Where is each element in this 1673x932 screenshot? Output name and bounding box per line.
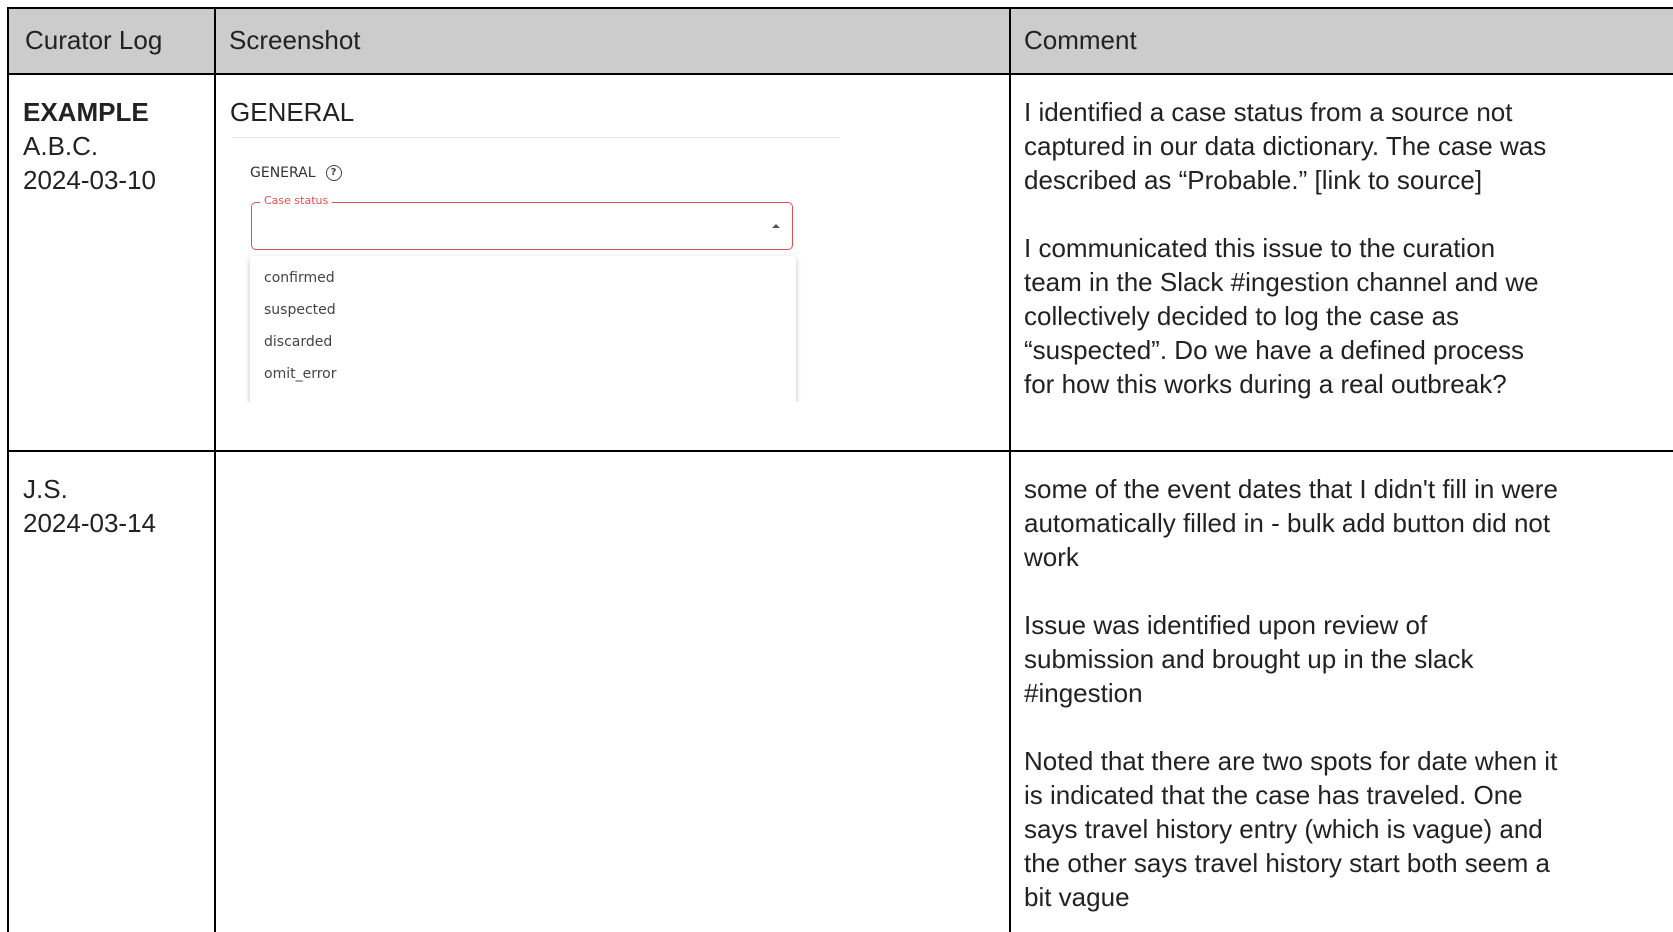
- comment-line: collectively decided to log the case as: [1024, 301, 1460, 331]
- example-tag: EXAMPLE: [23, 97, 149, 127]
- log-date: 2024-03-14: [23, 508, 156, 538]
- comment-line: submission and brought up in the slack: [1024, 644, 1474, 674]
- comment-line: Noted that there are two spots for date …: [1024, 746, 1558, 776]
- comment-line: the other says travel history start both…: [1024, 848, 1551, 878]
- comment-line: captured in our data dictionary. The cas…: [1024, 131, 1547, 161]
- comment-paragraph: I identified a case status from a source…: [1024, 95, 1673, 197]
- screenshot-caption: GENERAL: [230, 97, 355, 127]
- comment-paragraph: Issue was identified upon review of subm…: [1024, 608, 1673, 710]
- curator-cell: J.S. 2024-03-14: [9, 452, 216, 932]
- embedded-screenshot: GENERAL ? Case status confirmed suspecte…: [232, 137, 840, 402]
- table-row: J.S. 2024-03-14 some of the event dates …: [9, 452, 1673, 932]
- comment-line: described as “Probable.” [link to source…: [1024, 165, 1483, 195]
- comment-line: I identified a case status from a source…: [1024, 97, 1513, 127]
- header-screenshot: Screenshot: [216, 9, 1011, 73]
- comment-line: bit vague: [1024, 882, 1130, 912]
- case-status-dropdown-menu: confirmed suspected discarded omit_error: [250, 256, 796, 402]
- general-section-header: GENERAL ?: [250, 164, 342, 182]
- screenshot-cell: GENERAL GENERAL ? Case status confirmed …: [216, 75, 1011, 450]
- comment-line: work: [1024, 542, 1079, 572]
- curator-initials: A.B.C.: [23, 131, 99, 161]
- comment-line: I communicated this issue to the curatio…: [1024, 233, 1496, 263]
- curator-cell: EXAMPLE A.B.C. 2024-03-10: [9, 75, 216, 450]
- menu-item-discarded: discarded: [264, 334, 333, 350]
- comment-cell: some of the event dates that I didn't fi…: [1011, 452, 1673, 932]
- section-label: GENERAL: [250, 165, 316, 181]
- case-status-select: Case status: [251, 194, 793, 250]
- comment-line: team in the Slack #ingestion channel and…: [1024, 267, 1539, 297]
- comment-paragraph: I communicated this issue to the curatio…: [1024, 231, 1673, 401]
- table-row: EXAMPLE A.B.C. 2024-03-10 GENERAL GENERA…: [9, 75, 1673, 452]
- menu-item-suspected: suspected: [264, 302, 336, 318]
- comment-line: says travel history entry (which is vagu…: [1024, 814, 1543, 844]
- comment-cell: I identified a case status from a source…: [1011, 75, 1673, 450]
- help-icon: ?: [325, 165, 342, 181]
- comment-line: some of the event dates that I didn't fi…: [1024, 474, 1558, 504]
- log-date: 2024-03-10: [23, 165, 156, 195]
- header-curator-log: Curator Log: [9, 9, 216, 73]
- comment-line: is indicated that the case has traveled.…: [1024, 780, 1523, 810]
- comment-line: “suspected”. Do we have a defined proces…: [1024, 335, 1525, 365]
- comment-paragraph: some of the event dates that I didn't fi…: [1024, 472, 1673, 574]
- menu-item-confirmed: confirmed: [264, 270, 335, 286]
- menu-item-omit-error: omit_error: [264, 366, 337, 382]
- comment-line: for how this works during a real outbrea…: [1024, 369, 1507, 399]
- comment-paragraph: Noted that there are two spots for date …: [1024, 744, 1673, 914]
- header-comment: Comment: [1011, 9, 1673, 73]
- case-status-label: Case status: [260, 194, 333, 208]
- comment-line: #ingestion: [1024, 678, 1143, 708]
- document-page: Curator Log Screenshot Comment EXAMPLE A…: [0, 0, 1673, 932]
- table-header-row: Curator Log Screenshot Comment: [9, 9, 1673, 75]
- comment-line: automatically filled in - bulk add butto…: [1024, 508, 1551, 538]
- curator-log-table: Curator Log Screenshot Comment EXAMPLE A…: [7, 7, 1673, 932]
- curator-initials: J.S.: [23, 474, 68, 504]
- caret-up-icon: [772, 224, 780, 228]
- comment-line: Issue was identified upon review of: [1024, 610, 1428, 640]
- screenshot-cell: [216, 452, 1011, 932]
